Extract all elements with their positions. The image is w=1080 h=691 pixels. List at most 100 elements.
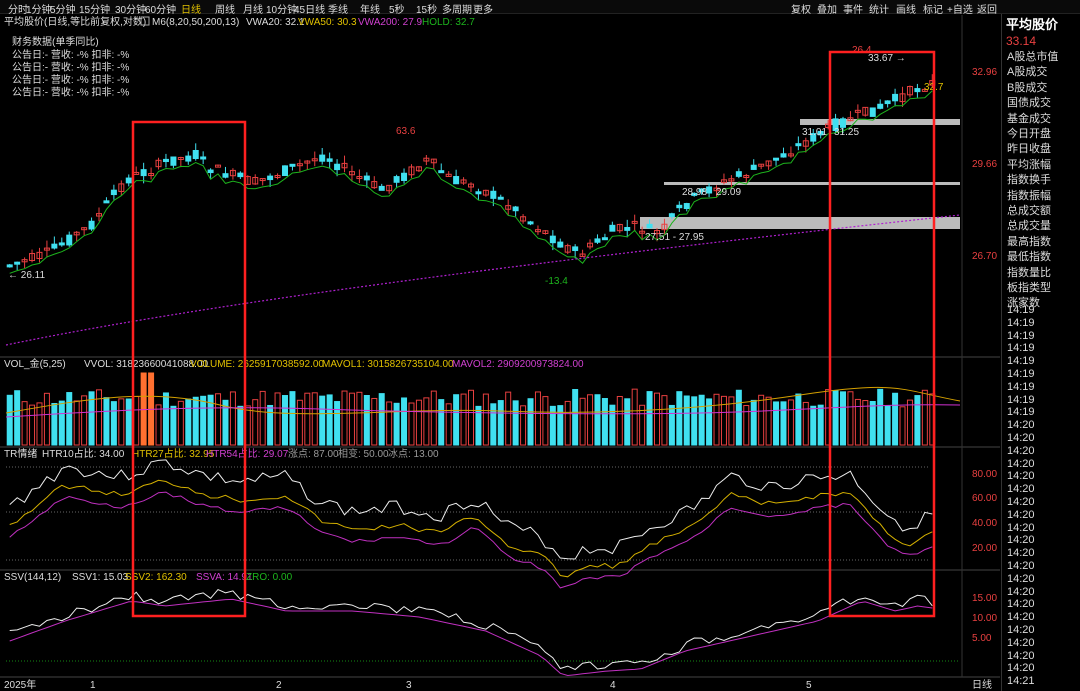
period-tab-15[interactable]: 多周期 [442, 1, 472, 16]
vol-bar [527, 398, 534, 446]
sidebar-time-7: 14:19 [1007, 393, 1035, 406]
period-tab-3[interactable]: 15分钟 [79, 1, 110, 16]
period-tab-11[interactable]: 季线 [328, 1, 348, 16]
main-chart[interactable]: 平均股价(日线,等比前复权,对数) M6(8,20,50,200,13) VWA20… [0, 15, 1000, 691]
tr-tick-0: 80.00 [972, 469, 997, 480]
vol-bar [572, 389, 579, 446]
sidebar-item-7: 平均涨幅 [1007, 158, 1051, 171]
toolbar-action-0[interactable]: 复权 [791, 1, 811, 16]
candle-body [735, 171, 742, 177]
vol-bar [423, 397, 430, 446]
sidebar-item-11: 总成交量 [1007, 220, 1051, 233]
finance-row-1: 公告日:- 营收: -% 扣非: -% [12, 61, 129, 74]
candle-body [401, 172, 408, 181]
chart-canvas[interactable]: 平均股价(日线,等比前复权,对数) M6(8,20,50,200,13) VWA20… [0, 15, 1000, 691]
vol-bar [356, 391, 363, 446]
vol-bar [720, 395, 727, 446]
quote-sidebar: 平均股价 33.14 A股总市值 A股成交 B股成交 国债成交 基金成交 今日开盘 昨日收盘… [1001, 14, 1080, 691]
ma200-line [5, 214, 961, 346]
period-tab-7[interactable]: 周线 [215, 1, 235, 16]
period-tab-13[interactable]: 5秒 [389, 1, 405, 16]
vol-bar [840, 391, 846, 446]
candle-body [453, 176, 460, 185]
annot-s4: 29.09 [716, 187, 741, 198]
ssv-name: SSV(144,12) [4, 572, 61, 583]
period-tab-2[interactable]: 5分钟 [50, 1, 76, 16]
toolbar-action-7[interactable]: 返回 [977, 1, 997, 16]
top-toolbar: 分时 1分钟 5分钟 15分钟 30分钟 60分钟 日线 周线 月线 10分钟 45日线 季线 年线 5秒… [0, 0, 1080, 16]
sidebar-time-9: 14:20 [1007, 419, 1035, 432]
period-tab-1[interactable]: 1分钟 [26, 1, 52, 16]
candle-body [706, 186, 713, 194]
candle-body [572, 246, 579, 252]
candle-body [914, 88, 921, 93]
candle-body [282, 165, 288, 177]
vol-bar [460, 393, 467, 446]
candle-body [869, 107, 876, 117]
vol-bar [512, 400, 519, 446]
tr-tick-2: 40.00 [972, 518, 997, 529]
candle-body [668, 213, 675, 218]
vol-bar [267, 404, 274, 446]
sidebar-time-19: 14:20 [1007, 547, 1035, 560]
candle-body [884, 100, 891, 105]
vol-bar [661, 395, 668, 446]
candle-body [683, 203, 690, 210]
toolbar-action-6[interactable]: +自选 [947, 1, 973, 16]
sidebar-time-21: 14:20 [1007, 572, 1035, 585]
candle-body [170, 156, 177, 166]
x-tick-1: 1 [90, 680, 96, 691]
sidebar-item-2: B股成交 [1007, 81, 1048, 94]
tr-tick-3: 20.00 [972, 543, 997, 554]
toolbar-action-5[interactable]: 标记 [923, 1, 943, 16]
sidebar-time-17: 14:20 [1007, 521, 1035, 534]
tr-tick-1: 60.00 [972, 493, 997, 504]
candle-body [88, 220, 95, 230]
vol-bar [29, 404, 36, 446]
vol-volume: VOLUME: 2625917038592.00 [190, 359, 324, 370]
period-tab-9[interactable]: 10分钟 [266, 1, 297, 16]
vol-bar [348, 392, 355, 446]
vol-bar [393, 402, 400, 446]
price-tick-0: 32.96 [972, 67, 997, 78]
period-tab-14[interactable]: 15秒 [416, 1, 437, 16]
vol-bar [482, 393, 489, 446]
vol-bar [51, 402, 58, 446]
toolbar-action-4[interactable]: 画线 [896, 1, 916, 16]
toolbar-action-2[interactable]: 事件 [843, 1, 863, 16]
sidebar-time-0: 14:19 [1007, 304, 1035, 316]
vol-bar [58, 400, 65, 446]
period-tab-5[interactable]: 60分钟 [145, 1, 176, 16]
vol-bar [21, 401, 28, 446]
vol-bar [401, 397, 408, 446]
period-tab-0[interactable]: 分时 [8, 1, 28, 16]
finance-title: 财务数据(单季同比) [12, 35, 99, 48]
period-tab-10[interactable]: 45日线 [294, 1, 325, 16]
price-tick-1: 29.66 [972, 159, 997, 170]
toolbar-action-1[interactable]: 叠加 [817, 1, 837, 16]
vol-bar [906, 399, 913, 446]
period-tab-12[interactable]: 年线 [360, 1, 380, 16]
period-tab-4[interactable]: 30分钟 [115, 1, 146, 16]
toolbar-action-3[interactable]: 统计 [869, 1, 889, 16]
vol-bar [438, 399, 445, 446]
candle-body [549, 235, 556, 244]
period-tab-16[interactable]: 更多 [473, 1, 493, 16]
candle-body [676, 204, 683, 209]
vwa50-label: VWA50: 30.3 [298, 17, 357, 28]
period-tab-6[interactable]: 日线 [181, 1, 201, 16]
vol-bar [311, 392, 318, 446]
vol-bar [341, 390, 348, 446]
candle-body [378, 185, 385, 191]
candle-body [334, 163, 341, 171]
vol-bar [96, 389, 102, 446]
vol-bar [363, 394, 370, 446]
candle-body [773, 157, 780, 161]
vol-mavol2: MAVOL2: 2909200973824.00 [452, 359, 584, 370]
sidebar-item-9: 指数振幅 [1007, 189, 1051, 202]
vol-bar [475, 405, 482, 446]
candle-body [892, 93, 899, 102]
sidebar-item-0: A股总市值 [1007, 51, 1059, 63]
vol-bar [274, 392, 281, 446]
period-tab-8[interactable]: 月线 [243, 1, 263, 16]
